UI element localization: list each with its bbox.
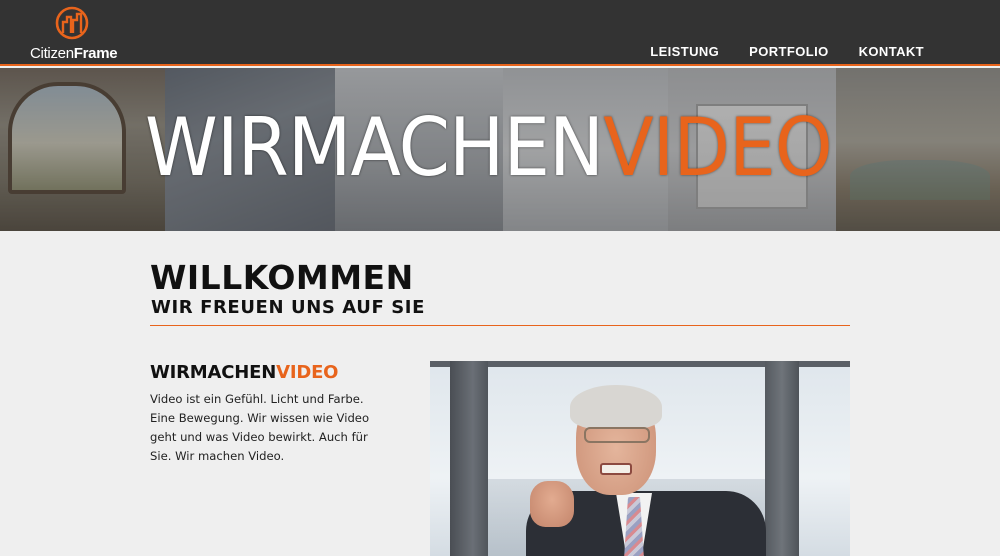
window-frame-right <box>765 361 799 556</box>
speaker-hair <box>570 385 662 429</box>
intro-video[interactable] <box>430 361 850 556</box>
intro-title: WIRMACHENVIDEO <box>150 362 339 383</box>
citizenframe-logo[interactable]: CitizenFrame <box>26 6 122 62</box>
site-header: CitizenFrame LEISTUNG PORTFOLIO KONTAKT <box>0 0 1000 66</box>
nav-kontakt[interactable]: KONTAKT <box>859 44 924 59</box>
speaker-fist <box>530 481 574 527</box>
window-frame-left <box>450 361 488 556</box>
welcome-subheading: WIR FREUEN UNS AUF SIE <box>151 297 425 318</box>
speaker-glasses <box>584 427 650 443</box>
speaker-mouth <box>600 463 632 475</box>
logo-wordmark: CitizenFrame <box>30 45 118 62</box>
city-skyline-icon <box>55 6 89 40</box>
welcome-heading: WILLKOMMEN <box>150 258 414 297</box>
hero-banner: WIRMACHENVIDEO <box>0 68 1000 231</box>
main-nav: LEISTUNG PORTFOLIO KONTAKT <box>650 44 924 59</box>
hero-title: WIRMACHENVIDEO <box>145 101 833 194</box>
video-speaker <box>526 383 766 556</box>
nav-portfolio[interactable]: PORTFOLIO <box>749 44 828 59</box>
section-divider <box>150 325 850 326</box>
intro-text: Video ist ein Gefühl. Licht und Farbe. E… <box>150 392 370 463</box>
nav-leistung[interactable]: LEISTUNG <box>650 44 719 59</box>
